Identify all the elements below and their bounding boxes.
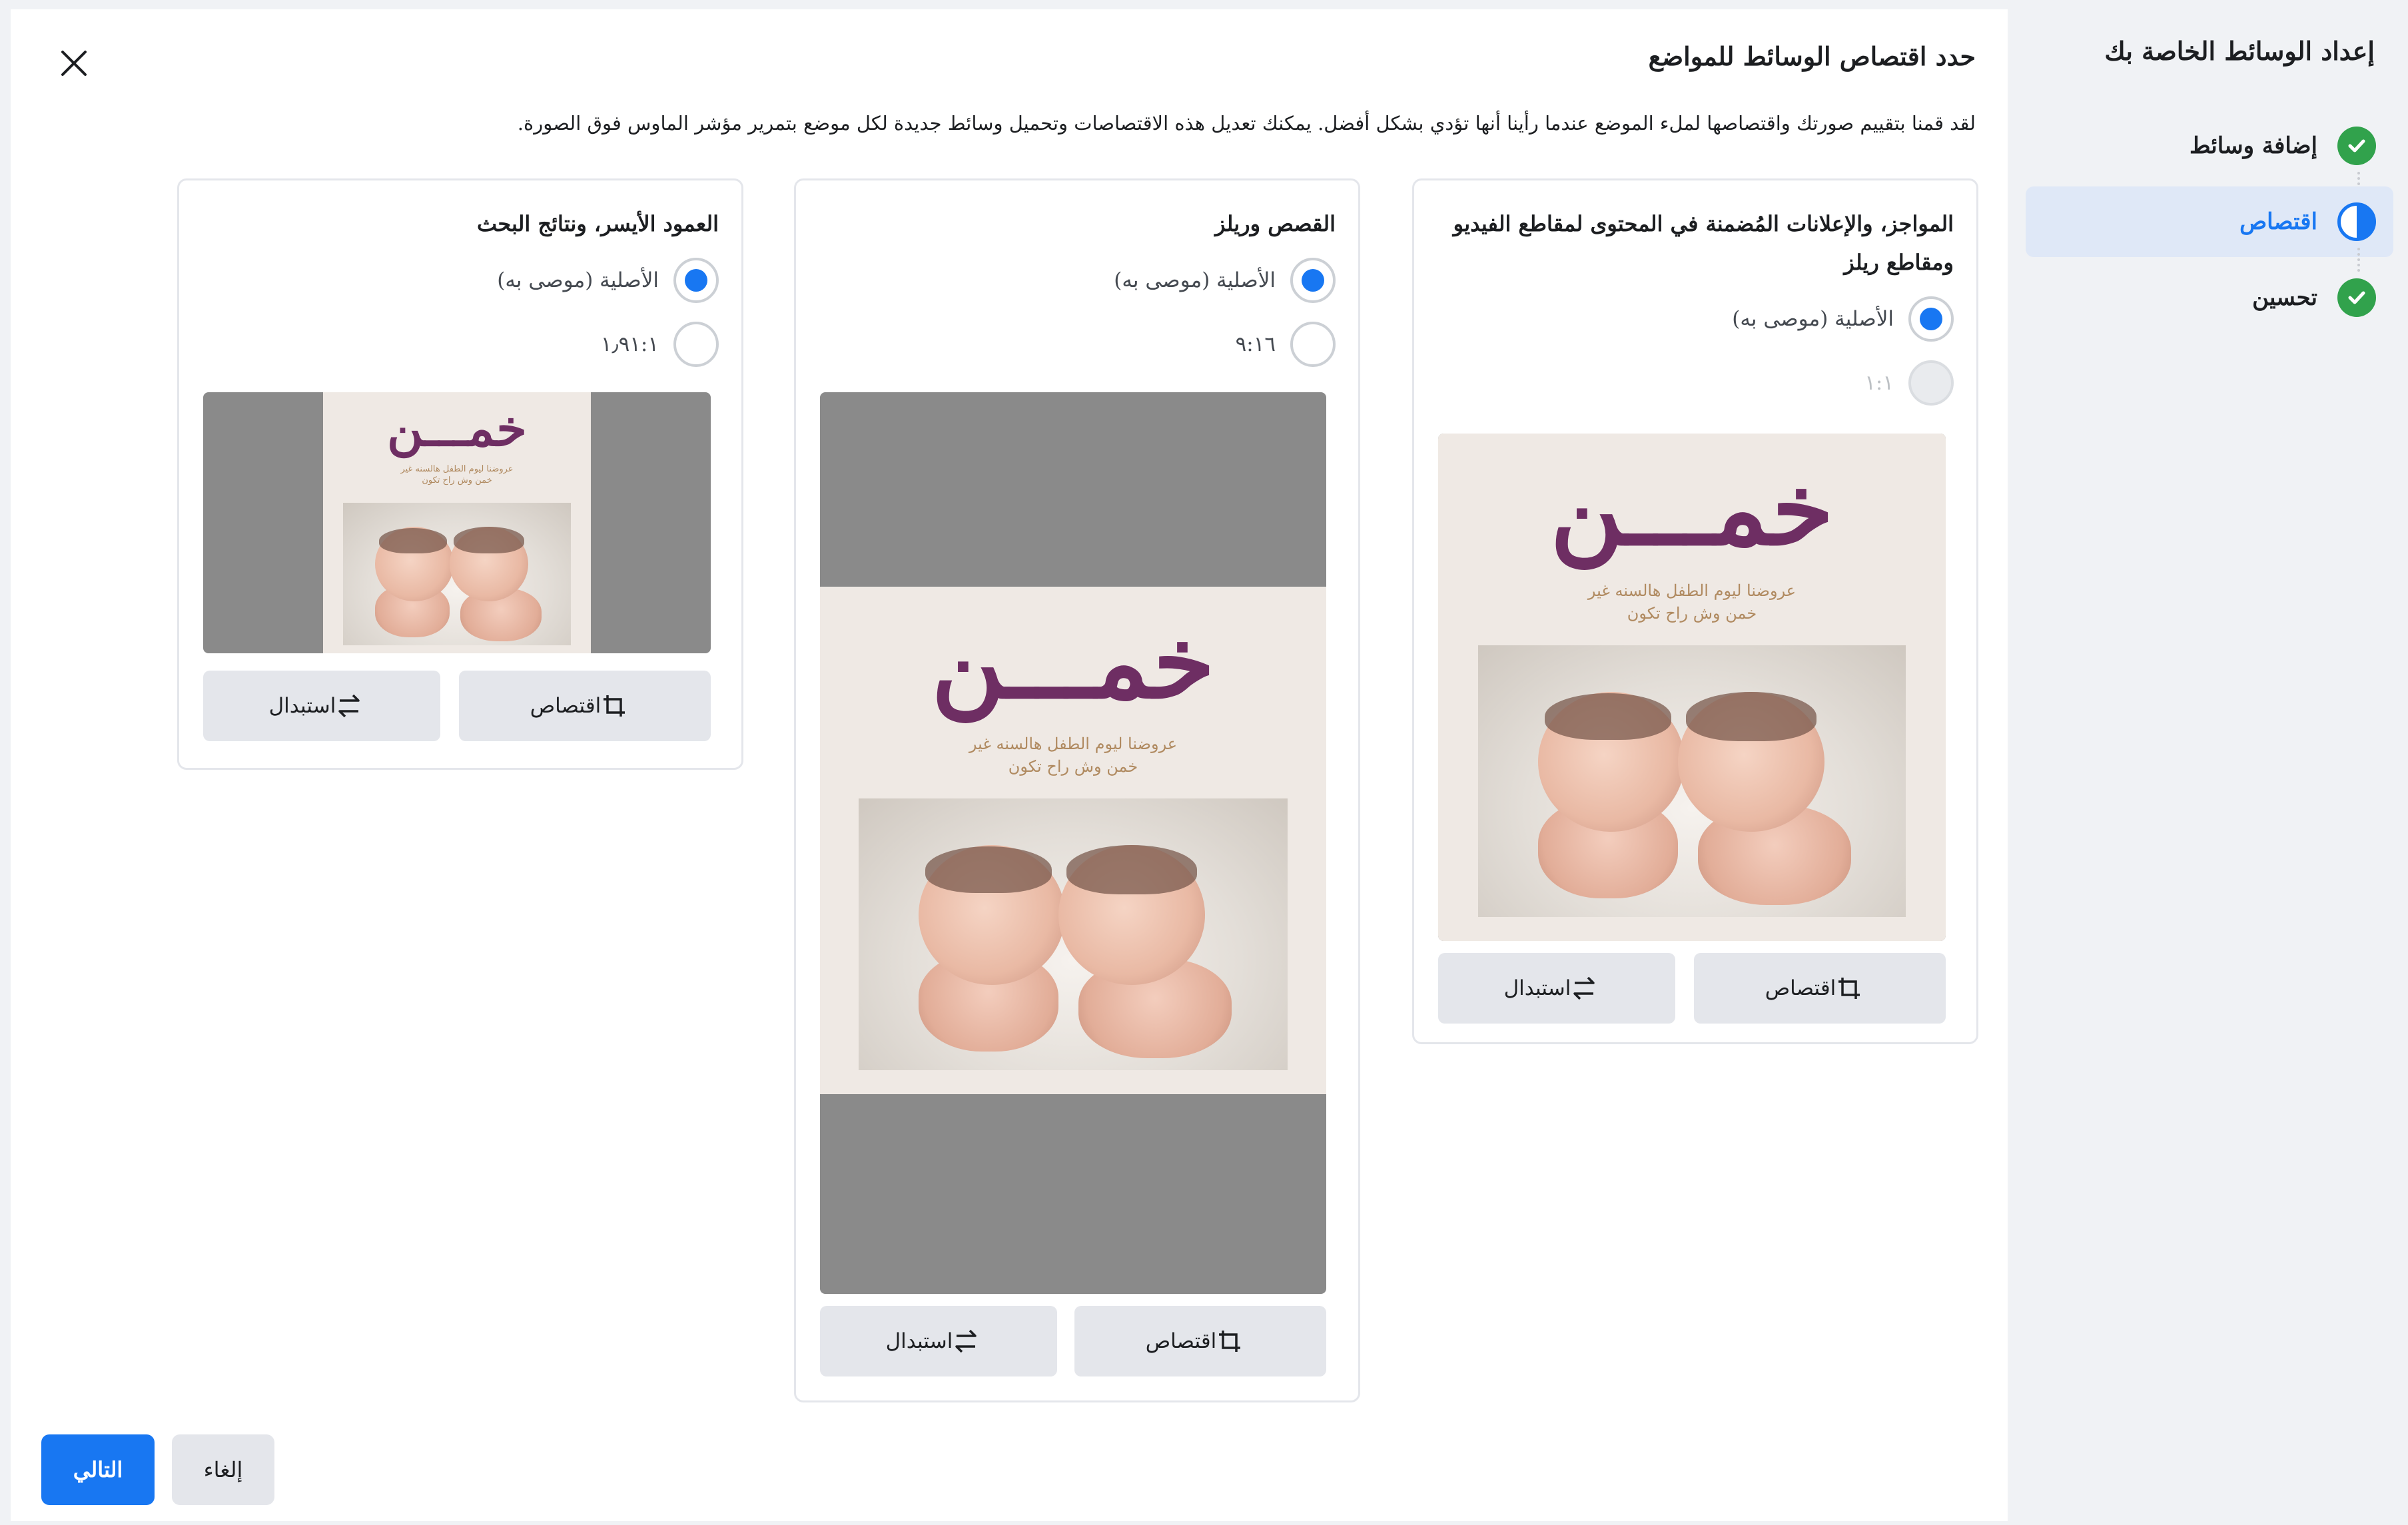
crop-icon <box>1838 978 1860 999</box>
replace-button[interactable]: استبدال <box>203 671 440 741</box>
radio-original[interactable] <box>1908 296 1954 342</box>
check-circle-icon <box>2337 278 2376 317</box>
crop-dialog: حدد اقتصاص الوسائط للمواضع لقد قمنا بتقي… <box>11 9 2008 1521</box>
step-add-media[interactable]: إضافة وسائط <box>2026 111 2393 181</box>
media-preview[interactable]: خمـــن عروضنا ليوم الطفل هالسنه غير خمن … <box>203 392 711 653</box>
option-original[interactable]: الأصلية (موصى به) <box>1114 258 1336 303</box>
step-crop[interactable]: اقتصاص <box>2026 186 2393 257</box>
step-enhance[interactable]: تحسين <box>2026 262 2393 333</box>
poster-subtitle: خمن وش راح تكون <box>1008 757 1138 776</box>
crop-button[interactable]: اقتصاص <box>1074 1306 1326 1376</box>
dialog-title: حدد اقتصاص الوسائط للمواضع <box>1648 41 1976 71</box>
poster-title: خمـــن <box>1550 451 1834 568</box>
crop-label: اقتصاص <box>530 694 602 718</box>
replace-label: استبدال <box>885 1329 953 1353</box>
crop-button[interactable]: اقتصاص <box>1694 953 1946 1024</box>
close-icon <box>61 51 87 76</box>
baby-photo <box>343 503 571 645</box>
poster-subtitle: خمن وش راح تكون <box>1627 604 1757 623</box>
poster-subtitle: عروضنا ليوم الطفل هالسنه غير <box>400 464 514 474</box>
crop-icon <box>603 695 625 717</box>
media-preview[interactable]: خمـــن عروضنا ليوم الطفل هالسنه غير خمن … <box>820 392 1326 1294</box>
media-preview[interactable]: خمـــن عروضنا ليوم الطفل هالسنه غير خمن … <box>1438 434 1946 941</box>
dialog-description: لقد قمنا بتقييم صورتك واقتصاصها لملء الم… <box>517 112 1976 135</box>
check-circle-icon <box>2337 127 2376 165</box>
option-ratio[interactable]: ١٫٩١:١ <box>601 322 719 367</box>
baby-photo <box>1478 645 1906 917</box>
option-label: الأصلية (موصى به) <box>497 268 659 292</box>
placement-card-feeds: المواجز، والإعلانات المُضمنة في المحتوى … <box>1412 178 1978 1044</box>
placement-card-stories: القصص وريلز الأصلية (موصى به) ٩:١٦ خمـــ… <box>794 178 1360 1402</box>
option-ratio[interactable]: ٩:١٦ <box>1236 322 1336 367</box>
baby-photo <box>859 798 1288 1070</box>
crop-icon <box>1219 1331 1241 1352</box>
radio-original[interactable] <box>673 258 719 303</box>
option-label: الأصلية (موصى به) <box>1732 307 1894 331</box>
replace-button[interactable]: استبدال <box>820 1306 1057 1376</box>
poster-image: خمـــن عروضنا ليوم الطفل هالسنه غير خمن … <box>820 587 1326 1094</box>
poster-title: خمـــن <box>931 604 1215 721</box>
option-ratio: ١:١ <box>1864 360 1954 406</box>
swap-arrows-icon <box>955 1329 977 1353</box>
replace-button[interactable]: استبدال <box>1438 953 1675 1024</box>
option-label: ١٫٩١:١ <box>600 332 659 356</box>
crop-label: اقتصاص <box>1765 976 1836 1000</box>
poster-image: خمـــن عروضنا ليوم الطفل هالسنه غير خمن … <box>1438 434 1946 941</box>
radio-original[interactable] <box>1290 258 1336 303</box>
placement-title: العمود الأيسر، ونتائج البحث <box>476 211 719 236</box>
option-label: ٩:١٦ <box>1235 332 1276 356</box>
poster-subtitle: عروضنا ليوم الطفل هالسنه غير <box>1587 581 1797 600</box>
radio-ratio[interactable] <box>1290 322 1336 367</box>
setup-sidebar: إعداد الوسائط الخاصة بك إضافة وسائط اقتص… <box>2008 9 2408 1521</box>
crop-label: اقتصاص <box>1145 1329 1217 1353</box>
placement-title: المواجز، والإعلانات المُضمنة في المحتوى … <box>1453 211 1954 275</box>
poster-image: خمـــن عروضنا ليوم الطفل هالسنه غير خمن … <box>323 392 591 653</box>
placement-card-right-column: العمود الأيسر، ونتائج البحث الأصلية (موص… <box>177 178 743 770</box>
poster-subtitle: خمن وش راح تكون <box>422 475 492 485</box>
crop-button[interactable]: اقتصاص <box>459 671 711 741</box>
sidebar-title: إعداد الوسائط الخاصة بك <box>2104 36 2375 66</box>
half-circle-icon <box>2337 202 2376 241</box>
option-original[interactable]: الأصلية (موصى به) <box>1732 296 1954 342</box>
option-label: ١:١ <box>1864 371 1894 395</box>
radio-ratio[interactable] <box>673 322 719 367</box>
poster-title: خمـــن <box>387 400 527 458</box>
next-button[interactable]: التالي <box>41 1434 155 1505</box>
step-label: تحسين <box>2252 284 2317 311</box>
swap-arrows-icon <box>1573 976 1595 1000</box>
option-original[interactable]: الأصلية (موصى به) <box>497 258 719 303</box>
close-button[interactable] <box>51 40 97 87</box>
replace-label: استبدال <box>1503 976 1571 1000</box>
placement-title: القصص وريلز <box>1215 211 1336 236</box>
replace-label: استبدال <box>268 694 336 718</box>
step-label: إضافة وسائط <box>2190 133 2317 159</box>
radio-ratio <box>1908 360 1954 406</box>
option-label: الأصلية (موصى به) <box>1114 268 1276 292</box>
step-label: اقتصاص <box>2239 208 2317 235</box>
cancel-button[interactable]: إلغاء <box>172 1434 274 1505</box>
swap-arrows-icon <box>338 694 360 718</box>
poster-subtitle: عروضنا ليوم الطفل هالسنه غير <box>969 735 1178 753</box>
